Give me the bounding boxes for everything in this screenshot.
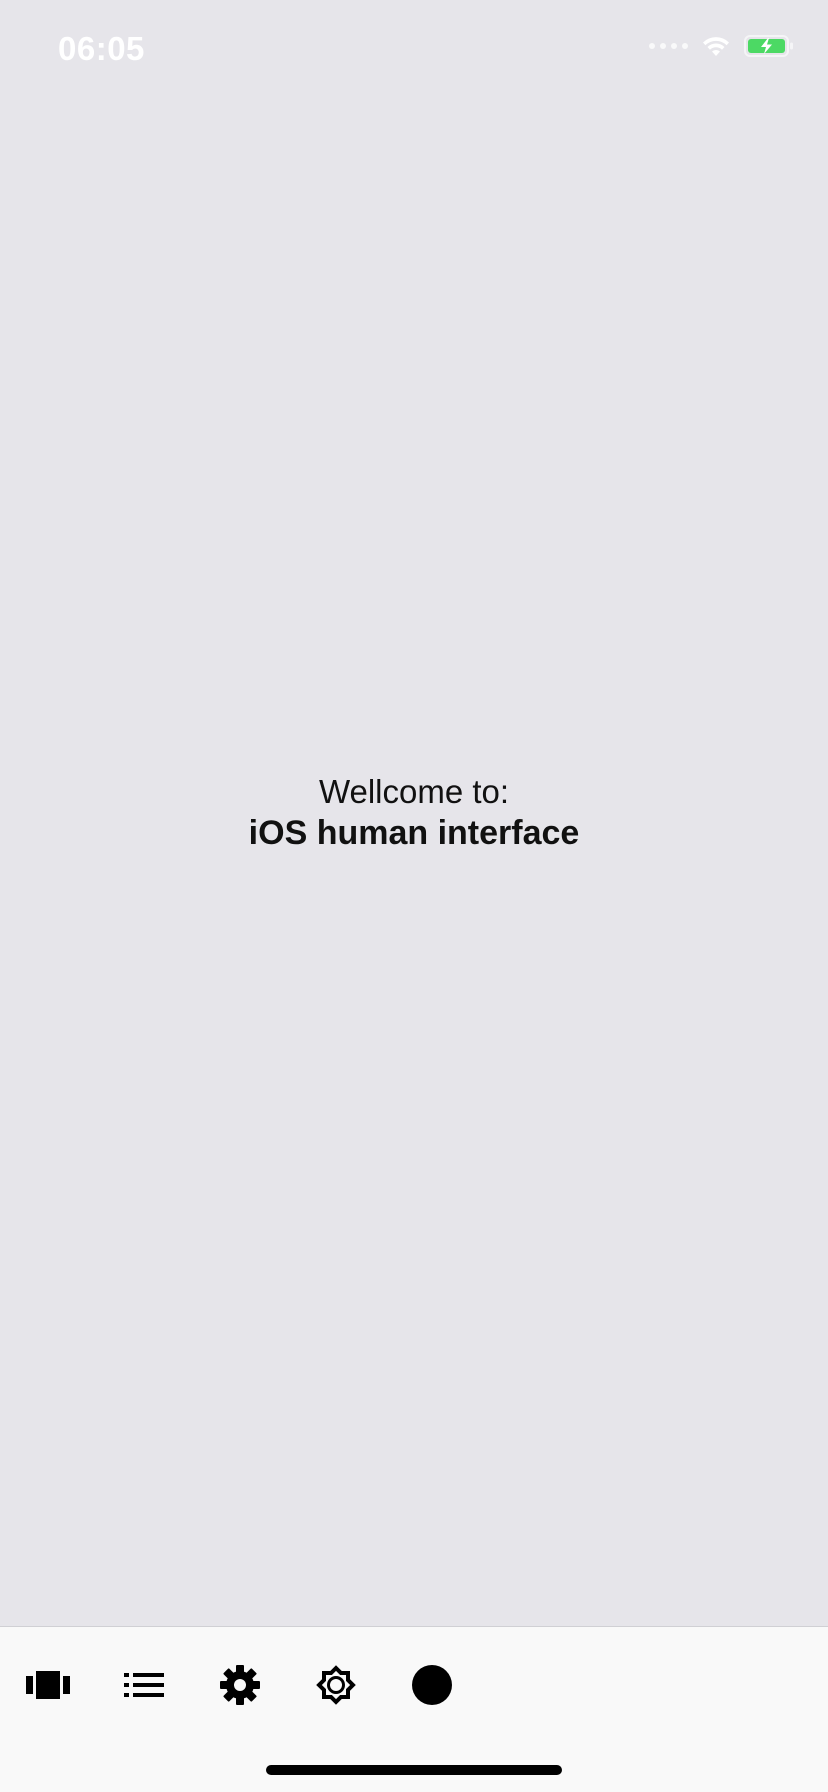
tab-badge-settings[interactable] bbox=[306, 1655, 366, 1715]
home-indicator bbox=[266, 1765, 562, 1775]
welcome-message: Wellcome to: iOS human interface bbox=[0, 772, 828, 854]
welcome-line1: Wellcome to: bbox=[318, 773, 510, 810]
tab-settings[interactable] bbox=[210, 1655, 270, 1715]
battery-charging-icon bbox=[744, 35, 793, 57]
tab-circle[interactable] bbox=[402, 1655, 462, 1715]
badge-gear-icon bbox=[316, 1665, 356, 1705]
circle-icon bbox=[412, 1665, 452, 1705]
status-bar: 06:05 bbox=[0, 0, 828, 100]
status-icons bbox=[649, 34, 794, 58]
status-time: 06:05 bbox=[58, 30, 145, 67]
tab-carousel[interactable] bbox=[18, 1655, 78, 1715]
cellular-signal-icon bbox=[649, 43, 688, 49]
welcome-title: iOS human interface bbox=[248, 814, 580, 852]
list-icon bbox=[124, 1673, 164, 1697]
wifi-icon bbox=[703, 37, 729, 56]
tab-list[interactable] bbox=[114, 1655, 174, 1715]
gear-icon bbox=[220, 1665, 260, 1705]
carousel-icon bbox=[26, 1671, 70, 1699]
